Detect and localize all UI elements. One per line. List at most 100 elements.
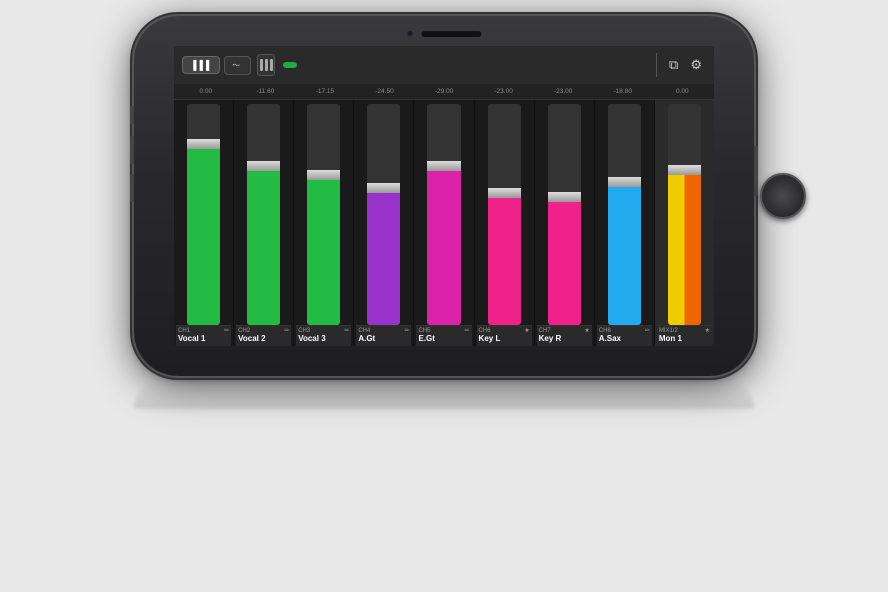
channel-name: Key R — [539, 334, 590, 344]
channel-view-icon — [260, 59, 273, 71]
db-value: -18.80 — [593, 84, 653, 99]
speaker-grille — [422, 31, 482, 37]
fader-bg — [548, 104, 581, 325]
fader-track — [356, 104, 411, 325]
fader-fill — [307, 175, 340, 326]
fader-fill — [488, 193, 521, 326]
channel-icon: ★ — [705, 328, 710, 334]
phone-wrapper: ▐▐▐ 〜 — [104, 16, 784, 576]
top-bar — [407, 30, 482, 37]
header-bar: ▐▐▐ 〜 — [174, 46, 714, 84]
layers-icon[interactable]: ⧉ — [665, 55, 682, 75]
fader-bg — [488, 104, 521, 325]
channel-label: MIX1/2 ★ Mon 1 — [657, 325, 712, 346]
fader-bars-icon: ▐▐▐ — [190, 60, 209, 70]
channel-name: A.Gt — [358, 334, 409, 344]
fader-handle[interactable] — [247, 161, 280, 171]
fader-bg — [247, 104, 280, 325]
fader-handle[interactable] — [187, 139, 220, 149]
channel-strip[interactable]: CH5 ✏ E.Gt — [414, 100, 474, 346]
channel-icon: ★ — [584, 328, 589, 334]
channel-name: Mon 1 — [659, 334, 710, 344]
channel-label: CH2 ✏ Vocal 2 — [236, 325, 291, 346]
channel-icon: ✏ — [224, 328, 229, 334]
channel-label: CH7 ★ Key R — [537, 325, 592, 346]
fader-handle[interactable] — [307, 170, 340, 180]
channel-name: Vocal 3 — [298, 334, 349, 344]
db-value: -11.60 — [236, 84, 296, 99]
channel-label: CH1 ✏ Vocal 1 — [176, 325, 231, 346]
fader-track — [296, 104, 351, 325]
channel-strip[interactable]: CH4 ✏ A.Gt — [354, 100, 414, 346]
fader-bg — [608, 104, 641, 325]
db-value: -24.50 — [355, 84, 415, 99]
fader-track — [537, 104, 592, 325]
db-value: -29.00 — [414, 84, 474, 99]
channel-name: E.Gt — [418, 334, 469, 344]
db-ruler: 0.00-11.60-17.15-24.50-29.00-23.00-23.00… — [174, 84, 714, 100]
volume-down-button[interactable] — [130, 174, 134, 202]
channel-icon: ✏ — [344, 328, 349, 334]
channels-area: CH1 ✏ Vocal 1 CH2 ✏ Vocal 2 — [174, 100, 714, 346]
fader-track — [657, 104, 712, 325]
fader-fill — [608, 182, 641, 326]
fader-handle[interactable] — [668, 165, 701, 175]
fader-fill — [548, 197, 581, 325]
pan-button[interactable]: 〜 — [224, 56, 251, 75]
channel-icon: ★ — [524, 328, 529, 334]
db-value: 0.00 — [653, 84, 713, 99]
fader-track — [477, 104, 532, 325]
home-button[interactable] — [760, 173, 806, 219]
channel-label: CH5 ✏ E.Gt — [416, 325, 471, 346]
channel-icon: ✏ — [404, 328, 409, 334]
channel-name: Key L — [479, 334, 530, 344]
channel-strip[interactable]: CH1 ✏ Vocal 1 — [174, 100, 234, 346]
channel-icon: ✏ — [645, 328, 650, 334]
fader-bg — [367, 104, 400, 325]
channel-label: CH8 ✏ A.Sax — [597, 325, 652, 346]
fader-track — [416, 104, 471, 325]
scene-info — [307, 60, 648, 71]
channel-strip[interactable]: CH2 ✏ Vocal 2 — [234, 100, 294, 346]
fader-handle[interactable] — [548, 192, 581, 202]
power-button[interactable] — [754, 146, 758, 196]
phone-body: ▐▐▐ 〜 — [134, 16, 754, 376]
channel-strip[interactable]: CH3 ✏ Vocal 3 — [294, 100, 354, 346]
channel-strip[interactable]: CH7 ★ Key R — [535, 100, 595, 346]
fader-handle[interactable] — [367, 183, 400, 193]
scene-name — [307, 60, 648, 71]
fader-handle[interactable] — [488, 188, 521, 198]
fader-track — [236, 104, 291, 325]
channel-label: CH6 ★ Key L — [477, 325, 532, 346]
screen: ▐▐▐ 〜 — [174, 46, 714, 346]
settings-icon[interactable]: ⚙ — [686, 55, 706, 75]
channel-label: CH3 ✏ Vocal 3 — [296, 325, 351, 346]
channel-view-button[interactable] — [257, 54, 275, 76]
fader-fill — [668, 170, 701, 325]
channel-name: Vocal 1 — [178, 334, 229, 344]
fader-fill — [247, 166, 280, 325]
db-value: -17.15 — [295, 84, 355, 99]
online-badge — [283, 62, 297, 68]
db-value: 0.00 — [176, 84, 236, 99]
volume-up-button[interactable] — [130, 136, 134, 164]
channel-strip[interactable]: CH8 ✏ A.Sax — [595, 100, 655, 346]
fader-fill — [367, 188, 400, 325]
fader-button[interactable]: ▐▐▐ — [182, 56, 220, 74]
divider — [656, 53, 657, 77]
phone-reflection — [134, 379, 754, 409]
camera-dot — [407, 30, 414, 37]
channel-strip[interactable]: CH6 ★ Key L — [475, 100, 535, 346]
pan-wave-icon: 〜 — [232, 60, 240, 71]
fader-bg — [187, 104, 220, 325]
fader-handle[interactable] — [608, 177, 641, 187]
volume-toggle-button[interactable] — [130, 106, 134, 124]
channel-label: CH4 ✏ A.Gt — [356, 325, 411, 346]
fader-handle[interactable] — [427, 161, 460, 171]
channel-name: Vocal 2 — [238, 334, 289, 344]
fader-track — [176, 104, 231, 325]
fader-bg — [668, 104, 701, 325]
channel-icon: ✏ — [284, 328, 289, 334]
db-value: -23.00 — [474, 84, 534, 99]
channel-strip[interactable]: MIX1/2 ★ Mon 1 — [655, 100, 714, 346]
